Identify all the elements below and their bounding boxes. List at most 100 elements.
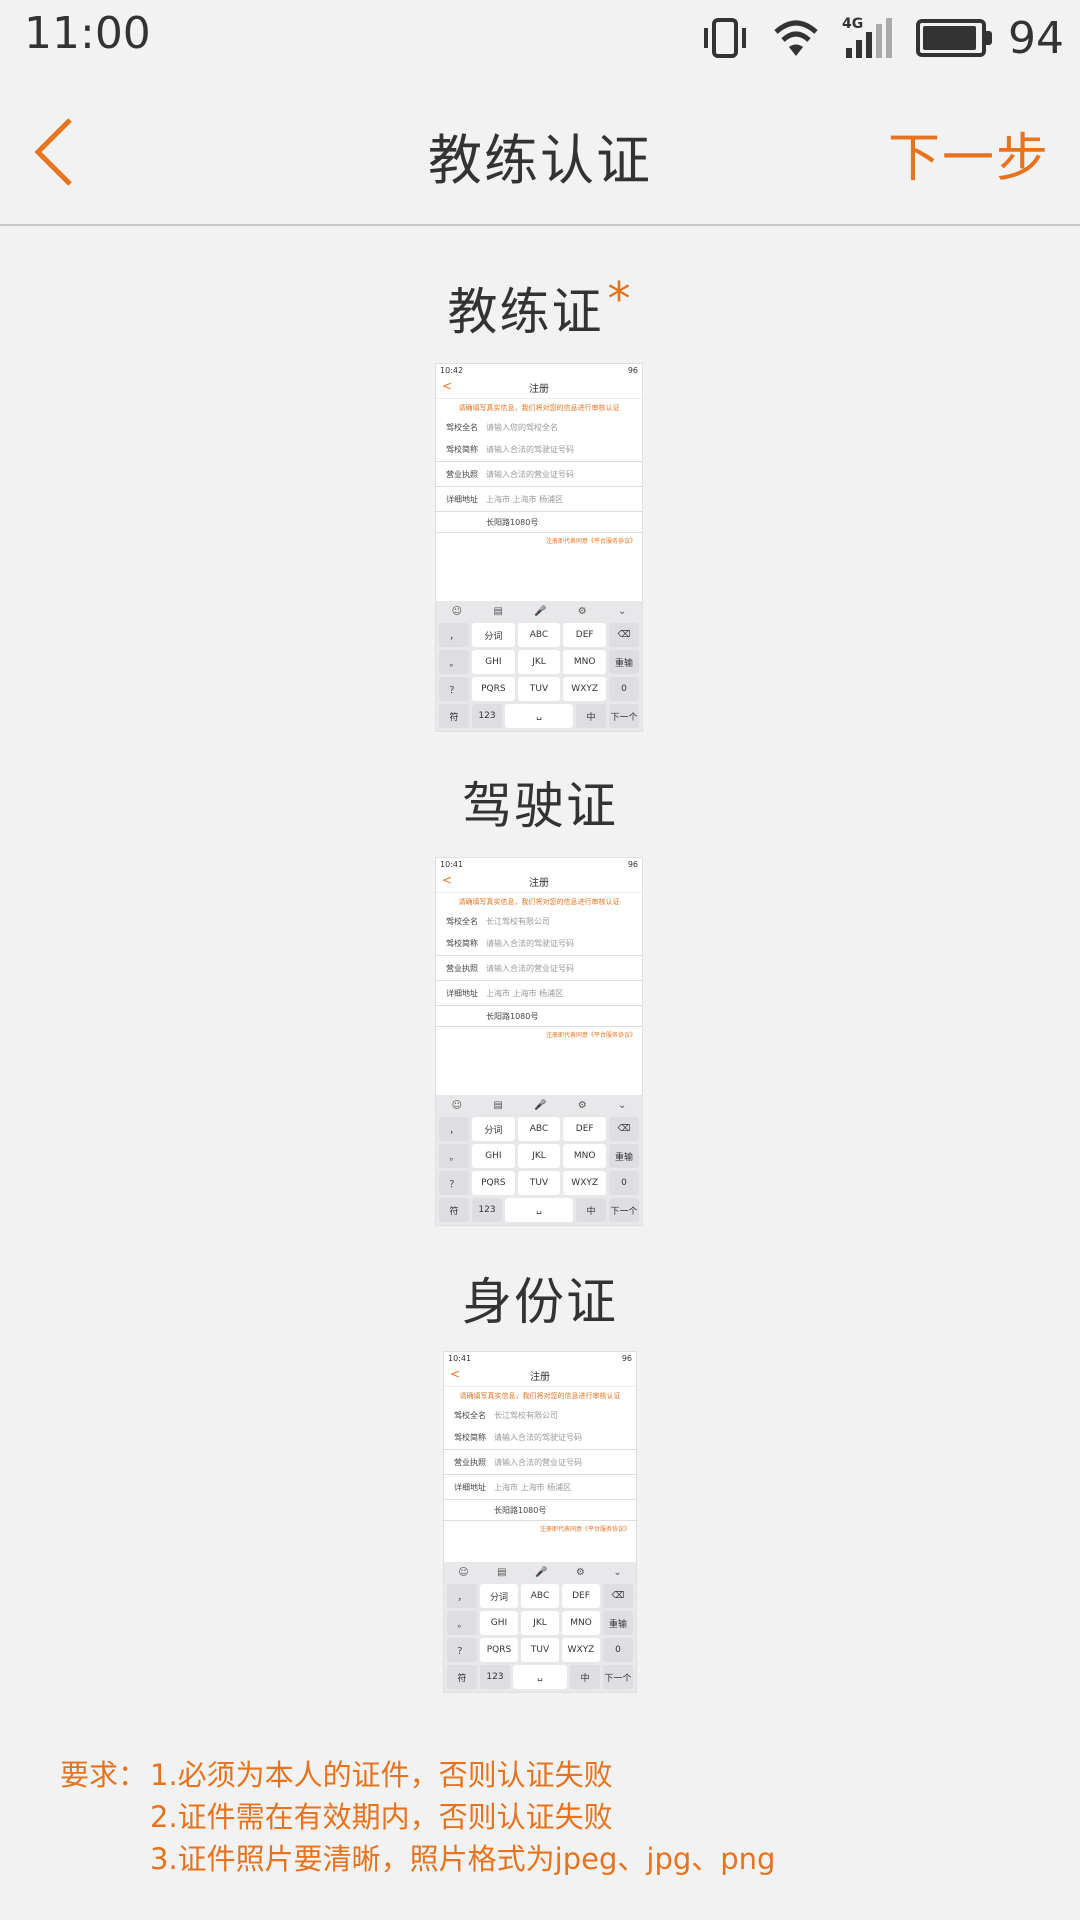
thumb-terms: 注册即代表同意《平台服务协议》 <box>539 1526 630 1533</box>
thumb-row-value: 请输入合法的营业证号码 <box>494 1457 582 1467</box>
signal-icon: 4G <box>842 16 894 60</box>
thumb-kbd-tool-icon: ☺ <box>451 1099 463 1111</box>
thumb-nav: < 注册 <box>444 1364 636 1387</box>
thumb-key-bottom: 中 <box>576 704 606 728</box>
thumb-key-side: ？ <box>439 1171 469 1195</box>
thumb-row-label: 营业执照 <box>454 1457 486 1467</box>
thumb-key-bottom: 符 <box>447 1665 477 1689</box>
thumb-kbd-grid: ，分词 ABC DEF ⌫ 。 GHI JKL MNO 重输 ？ PQRS TUV WXYZ 0 <box>444 1582 636 1665</box>
thumb-key-side: 。 <box>439 650 469 674</box>
requirement-line: 要求： 1.必须为本人的证件，否则认证失败 <box>60 1754 775 1796</box>
thumb-kbd-tool-icon: ⚙ <box>575 1566 585 1578</box>
thumb-back-icon: < <box>442 873 453 887</box>
thumb-key-right: ⌫ <box>603 1584 633 1608</box>
thumb-keyboard: ☺ ▤ 🎤 ⚙ ⌄ ，分词 ABC DEF ⌫ 。 GHI JKL MNO 重输 ？ PQRS TUV WXYZ 0… <box>436 601 642 731</box>
thumb-form-row: 驾校简称 请输入合法的驾驶证号码 <box>436 931 642 956</box>
thumb-key-bottom: 123 <box>480 1665 510 1689</box>
thumb-status-bar: 10:41 96 <box>436 858 642 870</box>
thumb-key-right: ⌫ <box>609 1117 639 1141</box>
thumb-key: PQRS <box>480 1638 518 1662</box>
requirement-item: 1.必须为本人的证件，否则认证失败 <box>150 1758 613 1792</box>
coach-license-photo[interactable]: 10:42 96 < 注册 请确填写真实信息，我们将对您的信息进行审核认证 驾校全名 请输入… <box>436 364 642 731</box>
thumb-kbd-tool-icon: ⚙ <box>577 1099 587 1111</box>
thumb-key-bottom: 下一个 <box>603 1665 633 1689</box>
thumb-kbd-grid: ，分词 ABC DEF ⌫ 。 GHI JKL MNO 重输 ？ PQRS TUV WXYZ 0 <box>436 1115 642 1198</box>
thumb-nav: < 注册 <box>436 376 642 399</box>
thumb-kbd-toolbar: ☺ ▤ 🎤 ⚙ ⌄ <box>436 601 642 621</box>
thumb-row-value: 请输入合法的营业证号码 <box>486 469 574 479</box>
thumb-battery: 96 <box>627 859 638 869</box>
thumb-row-label: 驾校简称 <box>446 938 478 948</box>
driver-license-title: 驾驶证 <box>462 777 618 835</box>
thumb-form-row: 驾校全名 长江驾校有限公司 <box>436 911 642 931</box>
thumb-key-bottom: ␣ <box>505 1198 573 1222</box>
thumb-form-row: 营业执照 请输入合法的营业证号码 <box>436 462 642 487</box>
id-card-photo[interactable]: 10:41 96 < 注册 请确填写真实信息，我们将对您的信息进行审核认证 驾校全名 长江驾… <box>444 1352 636 1692</box>
thumb-key: PQRS <box>472 677 515 701</box>
driver-license-photo[interactable]: 10:41 96 < 注册 请确填写真实信息，我们将对您的信息进行审核认证 驾校全名 长江驾… <box>436 858 642 1225</box>
thumb-keyboard: ☺ ▤ 🎤 ⚙ ⌄ ，分词 ABC DEF ⌫ 。 GHI JKL MNO 重输 ？ PQRS TUV WXYZ 0… <box>436 1095 642 1225</box>
thumb-key-bottom: 符 <box>439 704 469 728</box>
thumb-form-row: 详细地址 上海市 上海市 杨浦区 <box>444 1475 636 1500</box>
thumb-key-right: 0 <box>603 1638 633 1662</box>
thumb-kbd-tool-icon: 🎤 <box>534 1099 547 1111</box>
thumb-row-label: 详细地址 <box>446 494 478 504</box>
thumb-key-right: 0 <box>609 677 639 701</box>
thumb-battery: 96 <box>627 365 638 375</box>
thumb-key: GHI <box>480 1611 518 1635</box>
vibrate-icon <box>704 18 746 58</box>
thumb-key-bottom: 下一个 <box>609 1198 639 1222</box>
thumb-key-right: 重输 <box>609 650 639 674</box>
thumb-key: MNO <box>563 1144 606 1168</box>
thumb-key-side: 。 <box>439 1144 469 1168</box>
thumb-keyboard: ☺ ▤ 🎤 ⚙ ⌄ ，分词 ABC DEF ⌫ 。 GHI JKL MNO 重输 ？ PQRS TUV WXYZ 0… <box>444 1562 636 1692</box>
battery-icon <box>916 19 992 57</box>
thumb-key: PQRS <box>472 1171 515 1195</box>
requirement-line: 3.证件照片要清晰，照片格式为jpeg、jpg、png <box>60 1838 775 1880</box>
thumb-key: WXYZ <box>562 1638 600 1662</box>
thumb-key-side: ， <box>447 1584 477 1608</box>
thumb-title: 注册 <box>529 383 549 395</box>
thumb-kbd-tool-icon: ⌄ <box>617 1099 627 1111</box>
thumb-title: 注册 <box>530 1371 550 1383</box>
thumb-row-value: 请输入合法的驾驶证号码 <box>494 1432 582 1442</box>
thumb-kbd-tool-icon: 🎤 <box>534 605 547 617</box>
thumb-key-side: 。 <box>447 1611 477 1635</box>
thumb-row-label: 驾校全名 <box>446 916 478 926</box>
next-step-button[interactable]: 下一步 <box>888 116 1050 191</box>
thumb-form-row: 营业执照 请输入合法的营业证号码 <box>444 1450 636 1475</box>
thumb-row-value: 请输入合法的驾驶证号码 <box>486 444 574 454</box>
thumb-key: GHI <box>472 1144 515 1168</box>
thumb-row-label: 详细地址 <box>446 988 478 998</box>
thumb-form-row: 驾校简称 请输入合法的驾驶证号码 <box>436 437 642 462</box>
nav-bar: 教练认证 下一步 <box>0 74 1080 226</box>
thumb-form-row: 详细地址 上海市 上海市 杨浦区 <box>436 981 642 1006</box>
thumb-key: 分词 <box>480 1584 518 1608</box>
thumb-kbd-tool-icon: ☺ <box>458 1566 469 1578</box>
thumb-row-label: 驾校简称 <box>446 444 478 454</box>
thumb-back-icon: < <box>450 1367 461 1381</box>
thumb-title: 注册 <box>529 877 549 889</box>
thumb-key: 分词 <box>472 1117 515 1141</box>
thumb-row-value: 上海市 上海市 杨浦区 <box>486 494 564 504</box>
thumb-key: DEF <box>563 623 606 647</box>
thumb-row-label: 驾校简称 <box>454 1432 486 1442</box>
thumb-form-row: 详细地址 上海市 上海市 杨浦区 <box>436 487 642 512</box>
thumb-key-side: ？ <box>447 1638 477 1662</box>
coach-license-title: 教练证* <box>0 272 1080 344</box>
thumb-kbd-grid: ，分词 ABC DEF ⌫ 。 GHI JKL MNO 重输 ？ PQRS TUV WXYZ 0 <box>436 621 642 704</box>
thumb-form-row: 营业执照 请输入合法的营业证号码 <box>436 956 642 981</box>
thumb-kbd-toolbar: ☺ ▤ 🎤 ⚙ ⌄ <box>436 1095 642 1115</box>
thumb-key: ABC <box>517 623 561 647</box>
thumb-address-line: 长阳路1080号 <box>436 512 642 533</box>
thumb-form-row: 驾校全名 请输入您的驾校全名 <box>436 417 642 437</box>
thumb-key-bottom: ␣ <box>513 1665 567 1689</box>
thumb-nav: < 注册 <box>436 870 642 893</box>
thumb-kbd-bottom: 符 123 ␣ 中下一个 <box>436 1198 642 1225</box>
status-bar: 11:00 4G 94 <box>0 0 1080 74</box>
thumb-row-value: 请输入合法的营业证号码 <box>486 963 574 973</box>
thumb-key: TUV <box>517 677 561 701</box>
thumb-kbd-tool-icon: ⌄ <box>613 1566 622 1578</box>
thumb-key: JKL <box>517 1144 561 1168</box>
thumb-row-value: 请输入您的驾校全名 <box>486 422 558 432</box>
